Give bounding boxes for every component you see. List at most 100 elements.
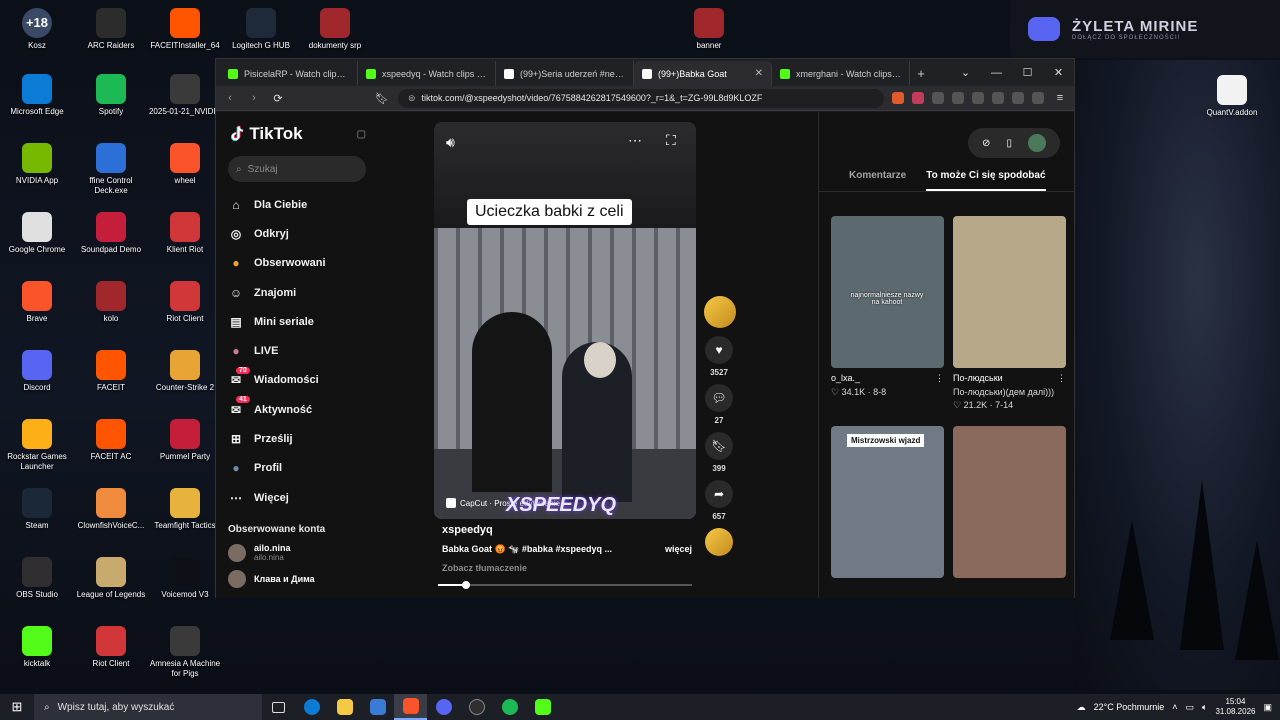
brave-rewards-icon[interactable] [912,92,924,104]
desktop-icon[interactable]: Spotify [74,74,148,117]
nav-więcej[interactable]: ⋯ Więcej [228,483,366,512]
followed-account[interactable]: ailo.nina ailo.nina [228,543,366,562]
desktop-icon[interactable]: Counter-Strike 2 [148,350,222,393]
desktop-icon[interactable]: dokumenty srp [298,8,372,51]
wallet-icon[interactable] [992,92,1004,104]
brave-taskbar-icon[interactable] [394,694,427,720]
close-window-button[interactable]: ✕ [1043,59,1074,86]
tab-recommended[interactable]: To może Ci się spodobać [926,170,1046,191]
bookmark-action[interactable]: 🔖︎ 399 [704,432,734,473]
windows-start-icon[interactable]: ⊞ [0,694,34,720]
media-icon[interactable] [952,92,964,104]
desktop-icon[interactable]: Teamfight Tactics [148,488,222,531]
desktop-icon[interactable]: Microsoft Edge [0,74,74,117]
desktop-icon[interactable]: Riot Client [148,281,222,324]
back-button[interactable]: ‹ [222,90,238,106]
tab-comments[interactable]: Komentarze [849,170,906,191]
desktop-icon[interactable]: banner [672,8,746,51]
browser-tab[interactable]: PisicelaRP - Watch clips on Ki [220,61,358,86]
desktop-icon[interactable]: FACEIT AC [74,419,148,462]
tray-chevron-icon[interactable]: ˄ [1172,702,1177,712]
desktop-icon[interactable]: Pummel Party [148,419,222,462]
video-progress-bar[interactable] [438,581,692,589]
nav-odkryj[interactable]: ◎ Odkryj [228,219,366,248]
nav-aktywność[interactable]: ✉ Aktywność 41 [228,395,366,424]
more-button[interactable]: więcej [665,544,692,555]
heart-action[interactable]: ♥ 3527 [704,336,734,377]
maximize-button[interactable]: ☐ [1012,59,1043,86]
desktop-icon[interactable]: Riot Client [74,626,148,669]
reload-button[interactable]: ⟳ [270,90,286,106]
kick-taskbar-icon[interactable] [526,694,559,720]
forward-button[interactable]: › [246,90,262,106]
obs-taskbar-icon[interactable] [460,694,493,720]
notifications-icon[interactable]: ▣ [1263,702,1272,713]
discord-overlay[interactable]: ŻYLETA MIRINE DOŁĄCZ DO SPOŁECZNOŚCI! [1010,0,1280,58]
weather-text[interactable]: 22°C Pochmurnie [1094,702,1165,712]
recommended-video-title[interactable]: o_lxa._ [831,373,860,384]
desktop-icon[interactable]: ClownfishVoiceC... [74,488,148,531]
weather-icon[interactable]: ☁ [1077,702,1086,713]
vpn-icon[interactable] [1032,92,1044,104]
desktop-icon[interactable]: Discord [0,350,74,393]
desktop-icon[interactable]: Steam [0,488,74,531]
network-icon[interactable]: ▭ [1186,702,1195,713]
recommended-video-title[interactable]: По-людськи [953,373,1003,384]
desktop-icon[interactable]: Google Chrome [0,212,74,255]
desktop-icon[interactable]: Amnesia A Machine for Pigs [148,626,222,679]
video-player[interactable]: Ucieczka babki z celi 🔊︎ ⋯ ⛶ CapCut · Pr… [434,122,696,519]
leo-icon[interactable] [1012,92,1024,104]
nav-mini-seriale[interactable]: ▤ Mini seriale [228,307,366,336]
recommended-video-thumb[interactable]: Mistrzowski wjazd [831,426,944,578]
desktop-icon[interactable]: Soundpad Demo [74,212,148,255]
nav-profil[interactable]: ● Profil [228,454,366,483]
desktop-icon[interactable]: Klient Riot [148,212,222,255]
more-options-icon[interactable]: ⋮ [1057,373,1066,384]
desktop-icon[interactable]: 2025-01-21_NVIDIA [148,74,222,117]
browser-tab[interactable]: xmerghani - Watch clips on Ki [772,61,910,86]
followed-account[interactable]: Клава и Дима [228,570,366,589]
desktop-icon[interactable]: kolo [74,281,148,324]
desktop-icon[interactable]: FACEIT [74,350,148,393]
video-author[interactable]: xspeedyq [442,524,692,536]
desktop-icon[interactable]: Rockstar Games Launcher [0,419,74,472]
collapse-sidebar-icon[interactable]: ▢ [357,129,366,140]
desktop-icon[interactable]: wheel [148,143,222,186]
video-progress-knob[interactable] [461,581,470,589]
user-avatar[interactable] [1027,134,1046,152]
site-info-icon[interactable]: ⊜ [408,93,416,104]
desktop-icon[interactable]: kicktalk [0,626,74,669]
url-field[interactable]: ⊜ tiktok.com/@xspeedyshot/video/76758842… [398,88,884,108]
desktop-icon[interactable]: ffine Control Deck.exe [74,143,148,196]
more-options-icon[interactable]: ⋮ [935,373,944,384]
volume-tray-icon[interactable]: 🔈︎ [1202,702,1207,713]
nav-obserwowani[interactable]: ● Obserwowani [228,249,366,278]
desktop-icon[interactable]: Voicemod V3 [148,557,222,600]
store-icon[interactable] [361,694,394,720]
recommended-video-thumb[interactable] [953,426,1066,578]
nav-wiadomości[interactable]: ✉ Wiadomości 70 [228,366,366,395]
more-options-icon[interactable]: ⋯ [628,132,642,149]
browser-tab[interactable]: (99+)Seria uderzeń #neexcsg [496,61,634,86]
desktop-icon[interactable]: ARC Raiders [74,8,148,51]
task-view-icon[interactable] [262,694,295,720]
recommended-video-thumb[interactable]: najnormalniesze nazwy na kahoot [831,216,944,368]
brave-shields-icon[interactable] [892,92,904,104]
desktop-icon[interactable]: Brave [0,281,74,324]
recommended-video-thumb[interactable] [953,216,1066,368]
device-icon[interactable]: ▯ [1006,138,1012,149]
new-tab-button[interactable]: + [910,61,932,86]
nav-live[interactable]: ● LIVE [228,336,366,365]
translate-link[interactable]: Zobacz tłumaczenie [442,563,692,573]
nav-prześlij[interactable]: ⊞ Prześlij [228,424,366,453]
desktop-icon[interactable]: League of Legends [74,557,148,600]
nav-znajomi[interactable]: ☺ Znajomi [228,278,366,307]
desktop-icon[interactable]: +18 Kosz [0,8,74,51]
sound-disc-icon[interactable] [705,528,733,556]
bookmark-icon[interactable]: 🔖︎ [374,90,390,106]
compass-icon[interactable]: ⊘ [982,138,990,149]
edge-taskbar-icon[interactable] [295,694,328,720]
close-tab-icon[interactable]: ✕ [755,68,763,79]
browser-tab[interactable]: xspeedyq - Watch clips on Kic [358,61,496,86]
menu-icon[interactable]: ≡ [1052,90,1068,106]
